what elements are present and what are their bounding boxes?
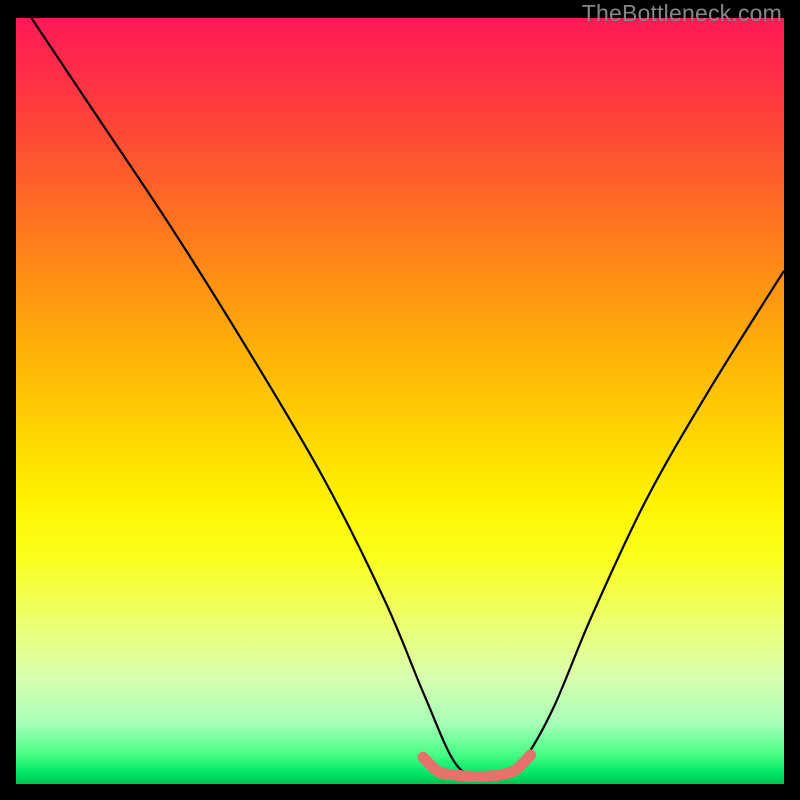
- bottleneck-curve-path: [31, 18, 784, 778]
- chart-svg: [16, 18, 784, 784]
- optimal-band-path: [423, 755, 531, 777]
- plot-area: [16, 18, 784, 784]
- chart-container: TheBottleneck.com: [0, 0, 800, 800]
- watermark-text: TheBottleneck.com: [582, 0, 782, 27]
